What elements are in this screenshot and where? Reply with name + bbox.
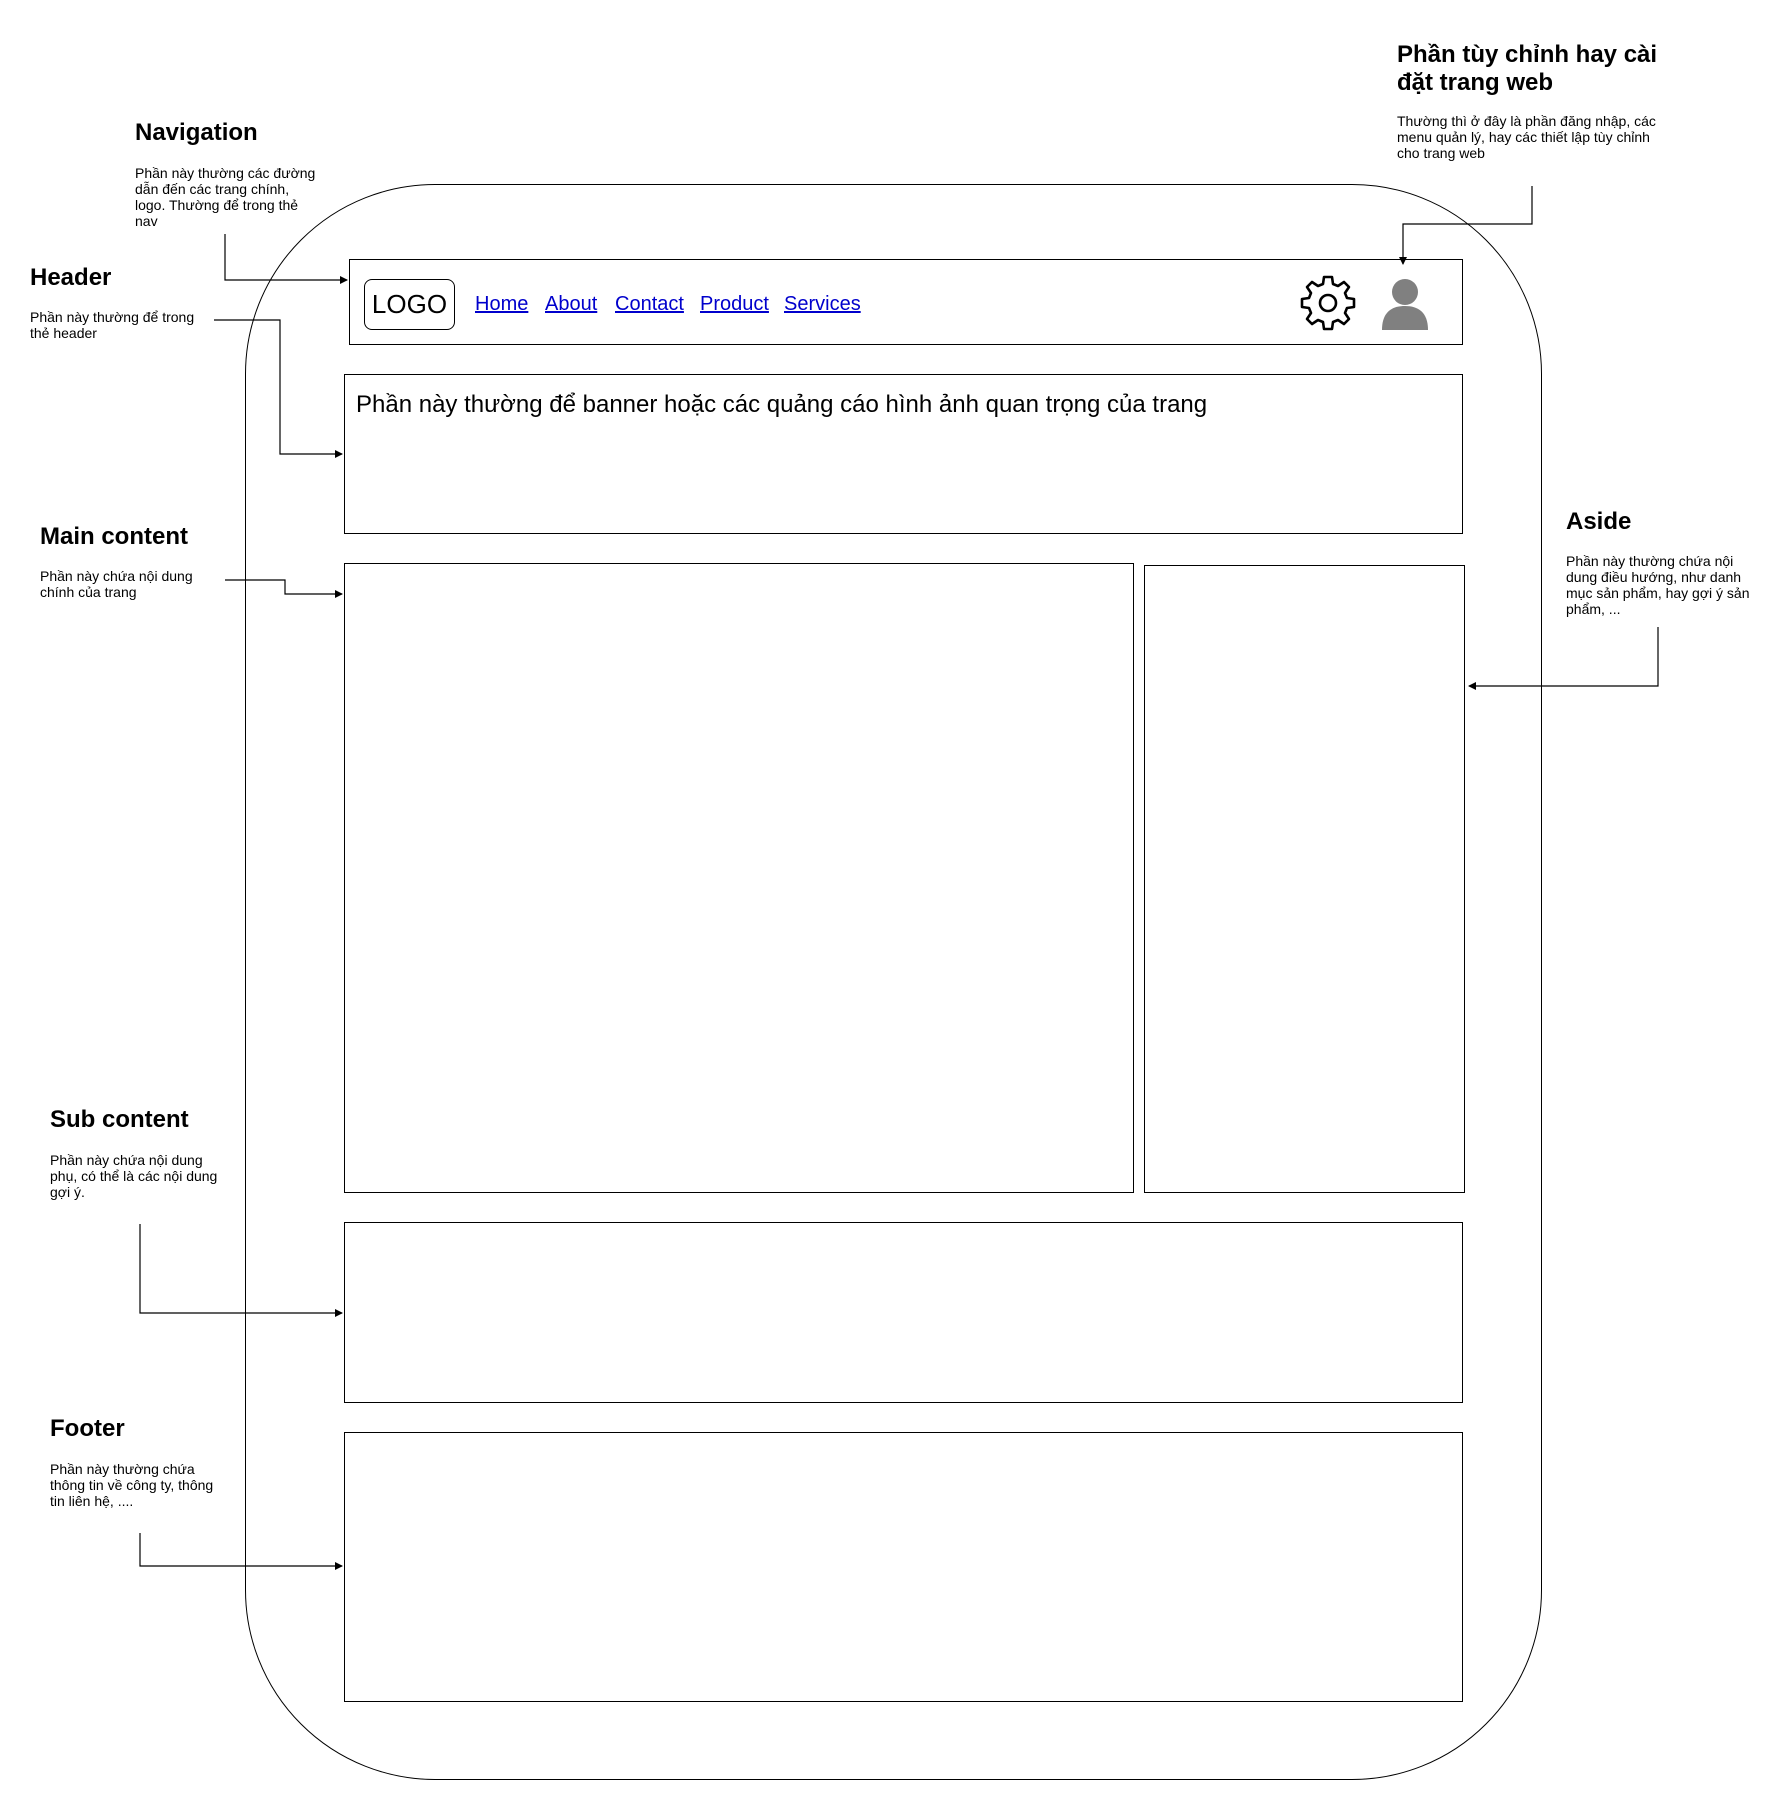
arrow-main: [225, 579, 343, 598]
arrow-settings: [1399, 186, 1533, 265]
connector-arrows: [139, 186, 1659, 1570]
arrow-header: [214, 319, 343, 458]
arrow-footer: [139, 1533, 343, 1570]
arrow-aside: [1468, 627, 1659, 690]
arrow-sub: [139, 1224, 343, 1317]
arrow-navigation: [224, 234, 348, 284]
